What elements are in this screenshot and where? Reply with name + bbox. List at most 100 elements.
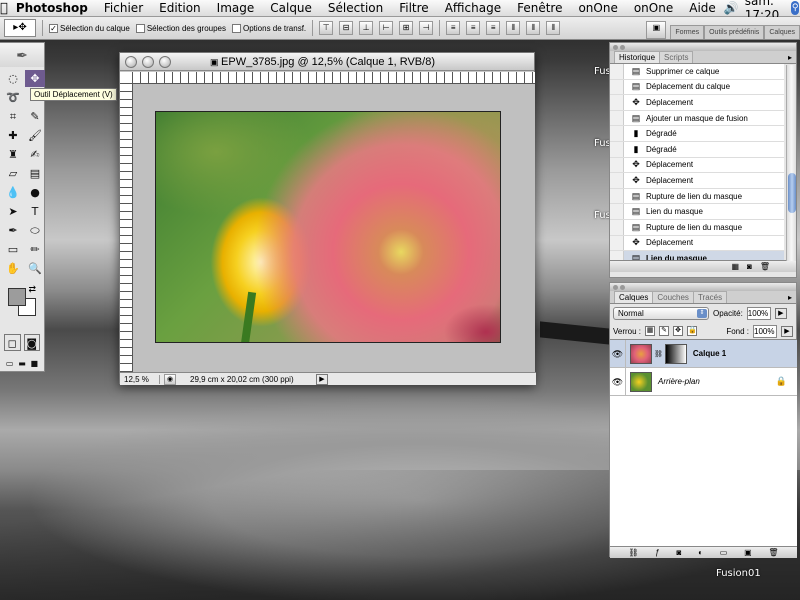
close-window-icon[interactable] xyxy=(125,55,137,68)
menu-fichier[interactable]: Fichier xyxy=(96,1,151,15)
fill-slider-arrow-icon[interactable]: ▶ xyxy=(781,325,793,337)
blend-mode-select[interactable]: Normal ⇕ xyxy=(613,306,709,320)
canvas-area[interactable] xyxy=(133,84,535,372)
distribute-top-icon[interactable]: ≡ xyxy=(446,21,461,35)
panel-title-bar[interactable] xyxy=(610,43,796,51)
well-tab-formes[interactable]: Formes xyxy=(670,25,705,39)
pen-tool-icon[interactable]: ✒ xyxy=(3,222,23,239)
align-top-icon[interactable]: ⊤ xyxy=(319,21,334,35)
tool-preset-picker[interactable]: ▸✥ xyxy=(4,19,36,37)
version-cue-icon[interactable]: ◉ xyxy=(164,373,176,385)
history-state[interactable]: ▮ Dégradé xyxy=(610,141,784,158)
tab-couches[interactable]: Couches xyxy=(652,291,694,303)
layer-row-calque-1[interactable]: 👁 ⛓ Calque 1 xyxy=(610,340,797,368)
tab-traces[interactable]: Tracés xyxy=(692,291,728,303)
zoom-tool-icon[interactable]: 🔍 xyxy=(25,260,45,277)
menu-aide[interactable]: Aide xyxy=(681,1,724,15)
link-layers-icon[interactable]: ⛓ xyxy=(628,548,638,557)
history-state[interactable]: ✥ Déplacement xyxy=(610,157,784,174)
standard-mode-icon[interactable]: ◻ xyxy=(4,334,21,351)
menu-filtre[interactable]: Filtre xyxy=(391,1,436,15)
layer-style-icon[interactable]: ƒ xyxy=(655,548,659,557)
lasso-tool-icon[interactable]: ➰ xyxy=(3,89,23,106)
well-tab-calques[interactable]: Calques xyxy=(764,25,800,39)
ruler-origin[interactable] xyxy=(120,72,133,84)
history-state[interactable]: ▮ Dégradé xyxy=(610,126,784,142)
visibility-eye-icon[interactable]: 👁 xyxy=(610,340,626,367)
minimize-window-icon[interactable] xyxy=(142,55,154,68)
history-state[interactable]: ✥ Déplacement xyxy=(610,95,784,111)
eraser-tool-icon[interactable]: ▱ xyxy=(3,165,23,182)
history-source-box[interactable] xyxy=(610,219,624,235)
history-source-box[interactable] xyxy=(610,126,624,141)
trash-icon[interactable]: 🗑 xyxy=(760,262,770,271)
panel-menu-icon[interactable]: ▸ xyxy=(784,52,796,63)
speaker-icon[interactable]: 🔊 xyxy=(724,1,739,15)
history-state[interactable]: ✥ Déplacement xyxy=(610,235,784,252)
history-source-box[interactable] xyxy=(610,95,624,110)
history-state[interactable]: ▤ Rupture de lien du masque xyxy=(610,188,784,205)
marquee-tool-icon[interactable]: ◌ xyxy=(3,70,23,87)
layer-mask-thumbnail[interactable] xyxy=(664,343,687,364)
horizontal-ruler[interactable] xyxy=(133,72,535,84)
distribute-right-icon[interactable]: ⫴ xyxy=(546,21,561,35)
lock-all-icon[interactable]: 🔒 xyxy=(687,326,698,336)
lock-image-icon[interactable]: ✎ xyxy=(659,326,670,336)
history-source-box[interactable] xyxy=(610,235,624,251)
history-source-box[interactable] xyxy=(610,251,624,260)
close-panel-icon[interactable] xyxy=(613,44,618,50)
tab-calques[interactable]: Calques xyxy=(614,291,654,303)
shape-tool-icon[interactable]: ⬭ xyxy=(25,222,45,239)
history-source-box[interactable] xyxy=(610,79,624,95)
slice-tool-icon[interactable]: ✎ xyxy=(25,108,45,125)
zoom-window-icon[interactable] xyxy=(159,55,171,68)
menu-selection[interactable]: Sélection xyxy=(320,1,391,15)
menu-onone-2[interactable]: onOne xyxy=(626,1,681,15)
swap-colors-icon[interactable]: ⇄ xyxy=(28,284,36,295)
feather-logo-icon[interactable]: ✒ xyxy=(0,43,44,67)
visibility-eye-icon[interactable]: 👁 xyxy=(610,368,626,395)
status-menu-arrow-icon[interactable]: ▶ xyxy=(316,373,328,385)
tab-scripts[interactable]: Scripts xyxy=(659,51,694,63)
screen-mode-standard-icon[interactable]: ▭ xyxy=(4,355,15,372)
align-hcenter-icon[interactable]: ⊞ xyxy=(399,21,414,35)
distribute-bottom-icon[interactable]: ≡ xyxy=(486,21,501,35)
menu-fenetre[interactable]: Fenêtre xyxy=(509,1,570,15)
screen-mode-full-menu-icon[interactable]: ▬ xyxy=(16,355,27,372)
trash-icon[interactable]: 🗑 xyxy=(768,548,778,557)
menu-calque[interactable]: Calque xyxy=(262,1,320,15)
vertical-ruler[interactable] xyxy=(120,84,133,374)
quick-mask-mode-icon[interactable]: ◙ xyxy=(23,334,40,351)
hand-tool-icon[interactable]: ✋ xyxy=(3,260,23,277)
history-source-box[interactable] xyxy=(610,204,624,219)
history-source-box[interactable] xyxy=(610,141,624,157)
history-state[interactable]: ▤ Rupture de lien du masque xyxy=(610,219,784,236)
apple-menu-icon[interactable]:  xyxy=(0,1,8,16)
menu-edition[interactable]: Edition xyxy=(151,1,209,15)
screen-mode-full-icon[interactable]: ■ xyxy=(29,355,40,372)
panel-menu-icon[interactable]: ▸ xyxy=(784,292,796,303)
auto-select-layer-checkbox[interactable]: ✓ Sélection du calque xyxy=(49,23,130,33)
image-canvas[interactable] xyxy=(155,111,501,343)
clone-stamp-tool-icon[interactable]: ♜ xyxy=(3,146,23,163)
auto-select-groups-checkbox[interactable]: Sélection des groupes xyxy=(135,23,226,33)
history-state[interactable]: ✥ Déplacement xyxy=(610,173,784,189)
path-selection-tool-icon[interactable]: ➤ xyxy=(3,203,23,220)
menu-onone-1[interactable]: onOne xyxy=(570,1,625,15)
tab-historique[interactable]: Historique xyxy=(614,51,661,63)
color-swatches[interactable]: ⇄ xyxy=(4,284,40,330)
history-source-box[interactable] xyxy=(610,64,624,79)
desktop-icon-label[interactable]: Fusion01 xyxy=(716,568,761,579)
notes-tool-icon[interactable]: ▭ xyxy=(3,241,23,258)
new-group-icon[interactable]: ▭ xyxy=(720,548,728,557)
palette-well-icon[interactable]: ▣ xyxy=(646,21,667,39)
collapse-panel-icon[interactable] xyxy=(620,44,625,50)
distribute-left-icon[interactable]: ⫴ xyxy=(506,21,521,35)
history-source-box[interactable] xyxy=(610,157,624,173)
history-brush-tool-icon[interactable]: ✍ xyxy=(25,146,45,163)
snapshot-icon[interactable]: ◙ xyxy=(747,262,752,271)
history-state[interactable]: ▤ Lien du masque xyxy=(610,251,784,260)
mask-link-icon[interactable]: ⛓ xyxy=(654,350,663,358)
history-source-box[interactable] xyxy=(610,110,624,126)
brush-tool-icon[interactable]: 🖌 xyxy=(25,127,45,144)
